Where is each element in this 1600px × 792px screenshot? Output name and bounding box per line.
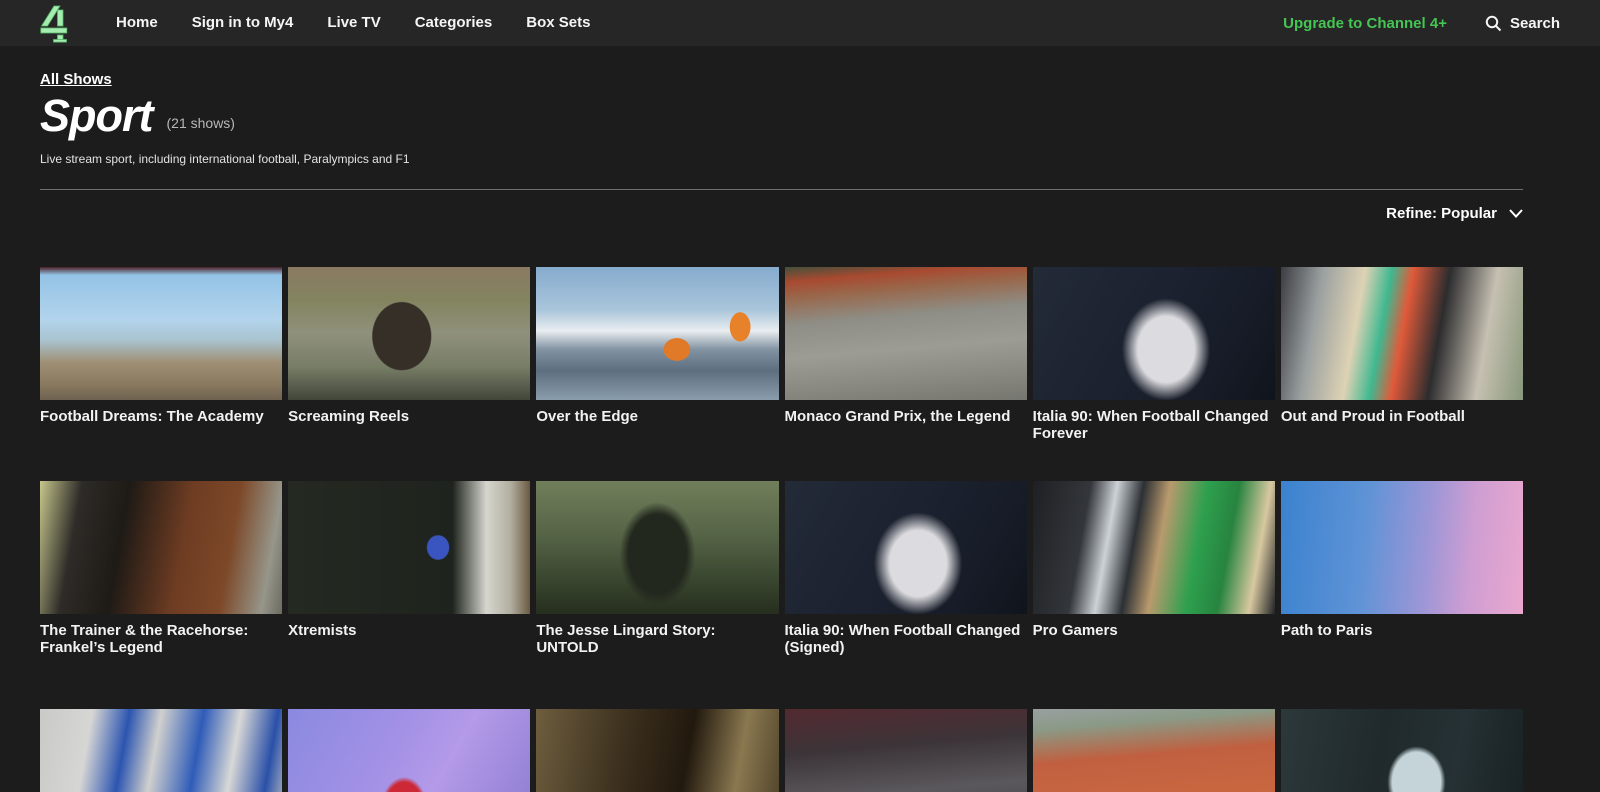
top-navigation-bar: Home Sign in to My4 Live TV Categories B… [0,0,1600,46]
show-thumbnail[interactable] [785,709,1027,792]
show-card-xtremists[interactable]: Xtremists [288,481,530,709]
show-card[interactable] [785,709,1027,792]
channel4-logo-icon[interactable] [40,5,68,43]
show-thumbnail[interactable] [536,709,778,792]
show-title[interactable]: Football Dreams: The Academy [40,400,282,425]
show-card[interactable] [40,709,282,792]
show-thumbnail[interactable] [1281,267,1523,400]
show-card-monaco-grand-prix[interactable]: Monaco Grand Prix, the Legend [785,267,1027,481]
show-card[interactable] [536,709,778,792]
breadcrumb-all-shows[interactable]: All Shows [40,71,112,88]
show-thumbnail[interactable] [40,267,282,400]
nav-item-box-sets[interactable]: Box Sets [526,14,590,31]
show-grid-row-1: Football Dreams: The Academy Screaming R… [40,267,1523,481]
show-card-out-and-proud[interactable]: Out and Proud in Football [1281,267,1523,481]
search-button[interactable]: Search [1485,15,1560,32]
show-thumbnail[interactable] [1033,709,1275,792]
show-thumbnail[interactable] [288,267,530,400]
category-description: Live stream sport, including internation… [40,152,1523,166]
show-title[interactable]: Monaco Grand Prix, the Legend [785,400,1027,425]
show-card-path-to-paris[interactable]: Path to Paris [1281,481,1523,709]
nav-item-live-tv[interactable]: Live TV [327,14,380,31]
show-card[interactable] [288,709,530,792]
nav-item-sign-in[interactable]: Sign in to My4 [192,14,294,31]
show-title[interactable]: Out and Proud in Football [1281,400,1523,425]
show-grid-row-2: The Trainer & the Racehorse: Frankel’s L… [40,481,1523,709]
show-title[interactable]: Xtremists [288,614,530,639]
show-card-trainer-racehorse[interactable]: The Trainer & the Racehorse: Frankel’s L… [40,481,282,709]
show-title[interactable]: Screaming Reels [288,400,530,425]
show-thumbnail[interactable] [536,481,778,614]
refine-dropdown[interactable]: Refine: Popular [1386,203,1523,223]
show-thumbnail[interactable] [1033,481,1275,614]
show-card-jesse-lingard[interactable]: The Jesse Lingard Story: UNTOLD [536,481,778,709]
search-label: Search [1510,15,1560,32]
nav-item-home[interactable]: Home [116,14,158,31]
show-card-italia-90-signed[interactable]: Italia 90: When Football Changed (Signed… [785,481,1027,709]
show-thumbnail[interactable] [1281,481,1523,614]
show-thumbnail[interactable] [288,481,530,614]
show-thumbnail[interactable] [40,481,282,614]
search-icon [1485,15,1502,32]
show-count-badge: (21 shows) [167,115,235,138]
show-title[interactable]: Italia 90: When Football Changed (Signed… [785,614,1027,656]
header-divider [40,189,1523,190]
nav-links: Home Sign in to My4 Live TV Categories B… [116,14,624,32]
refine-bar: Refine: Popular [40,203,1523,223]
show-card[interactable] [1033,709,1275,792]
show-thumbnail[interactable] [1033,267,1275,400]
show-card-over-the-edge[interactable]: Over the Edge [536,267,778,481]
show-thumbnail[interactable] [536,267,778,400]
show-title[interactable]: Over the Edge [536,400,778,425]
show-title[interactable]: The Trainer & the Racehorse: Frankel’s L… [40,614,282,656]
show-thumbnail[interactable] [785,481,1027,614]
nav-item-categories[interactable]: Categories [415,14,493,31]
show-title[interactable]: Italia 90: When Football Changed Forever [1033,400,1275,442]
show-title[interactable]: The Jesse Lingard Story: UNTOLD [536,614,778,656]
chevron-down-icon [1509,209,1523,218]
show-thumbnail[interactable] [1281,709,1523,792]
show-card-italia-90-forever[interactable]: Italia 90: When Football Changed Forever [1033,267,1275,481]
show-grid-row-3 [40,709,1523,792]
show-title[interactable]: Pro Gamers [1033,614,1275,639]
show-card[interactable] [1281,709,1523,792]
nav-right-group: Upgrade to Channel 4+ Search [1283,15,1560,32]
show-card-football-dreams[interactable]: Football Dreams: The Academy [40,267,282,481]
title-row: Sport (21 shows) [40,93,1523,138]
refine-label: Refine: Popular [1386,205,1497,222]
page-title: Sport [40,93,153,138]
category-page: All Shows Sport (21 shows) Live stream s… [40,46,1523,792]
show-card-pro-gamers[interactable]: Pro Gamers [1033,481,1275,709]
show-thumbnail[interactable] [40,709,282,792]
show-title[interactable]: Path to Paris [1281,614,1523,639]
show-card-screaming-reels[interactable]: Screaming Reels [288,267,530,481]
show-thumbnail[interactable] [288,709,530,792]
show-thumbnail[interactable] [785,267,1027,400]
upgrade-channel4plus-link[interactable]: Upgrade to Channel 4+ [1283,15,1447,32]
